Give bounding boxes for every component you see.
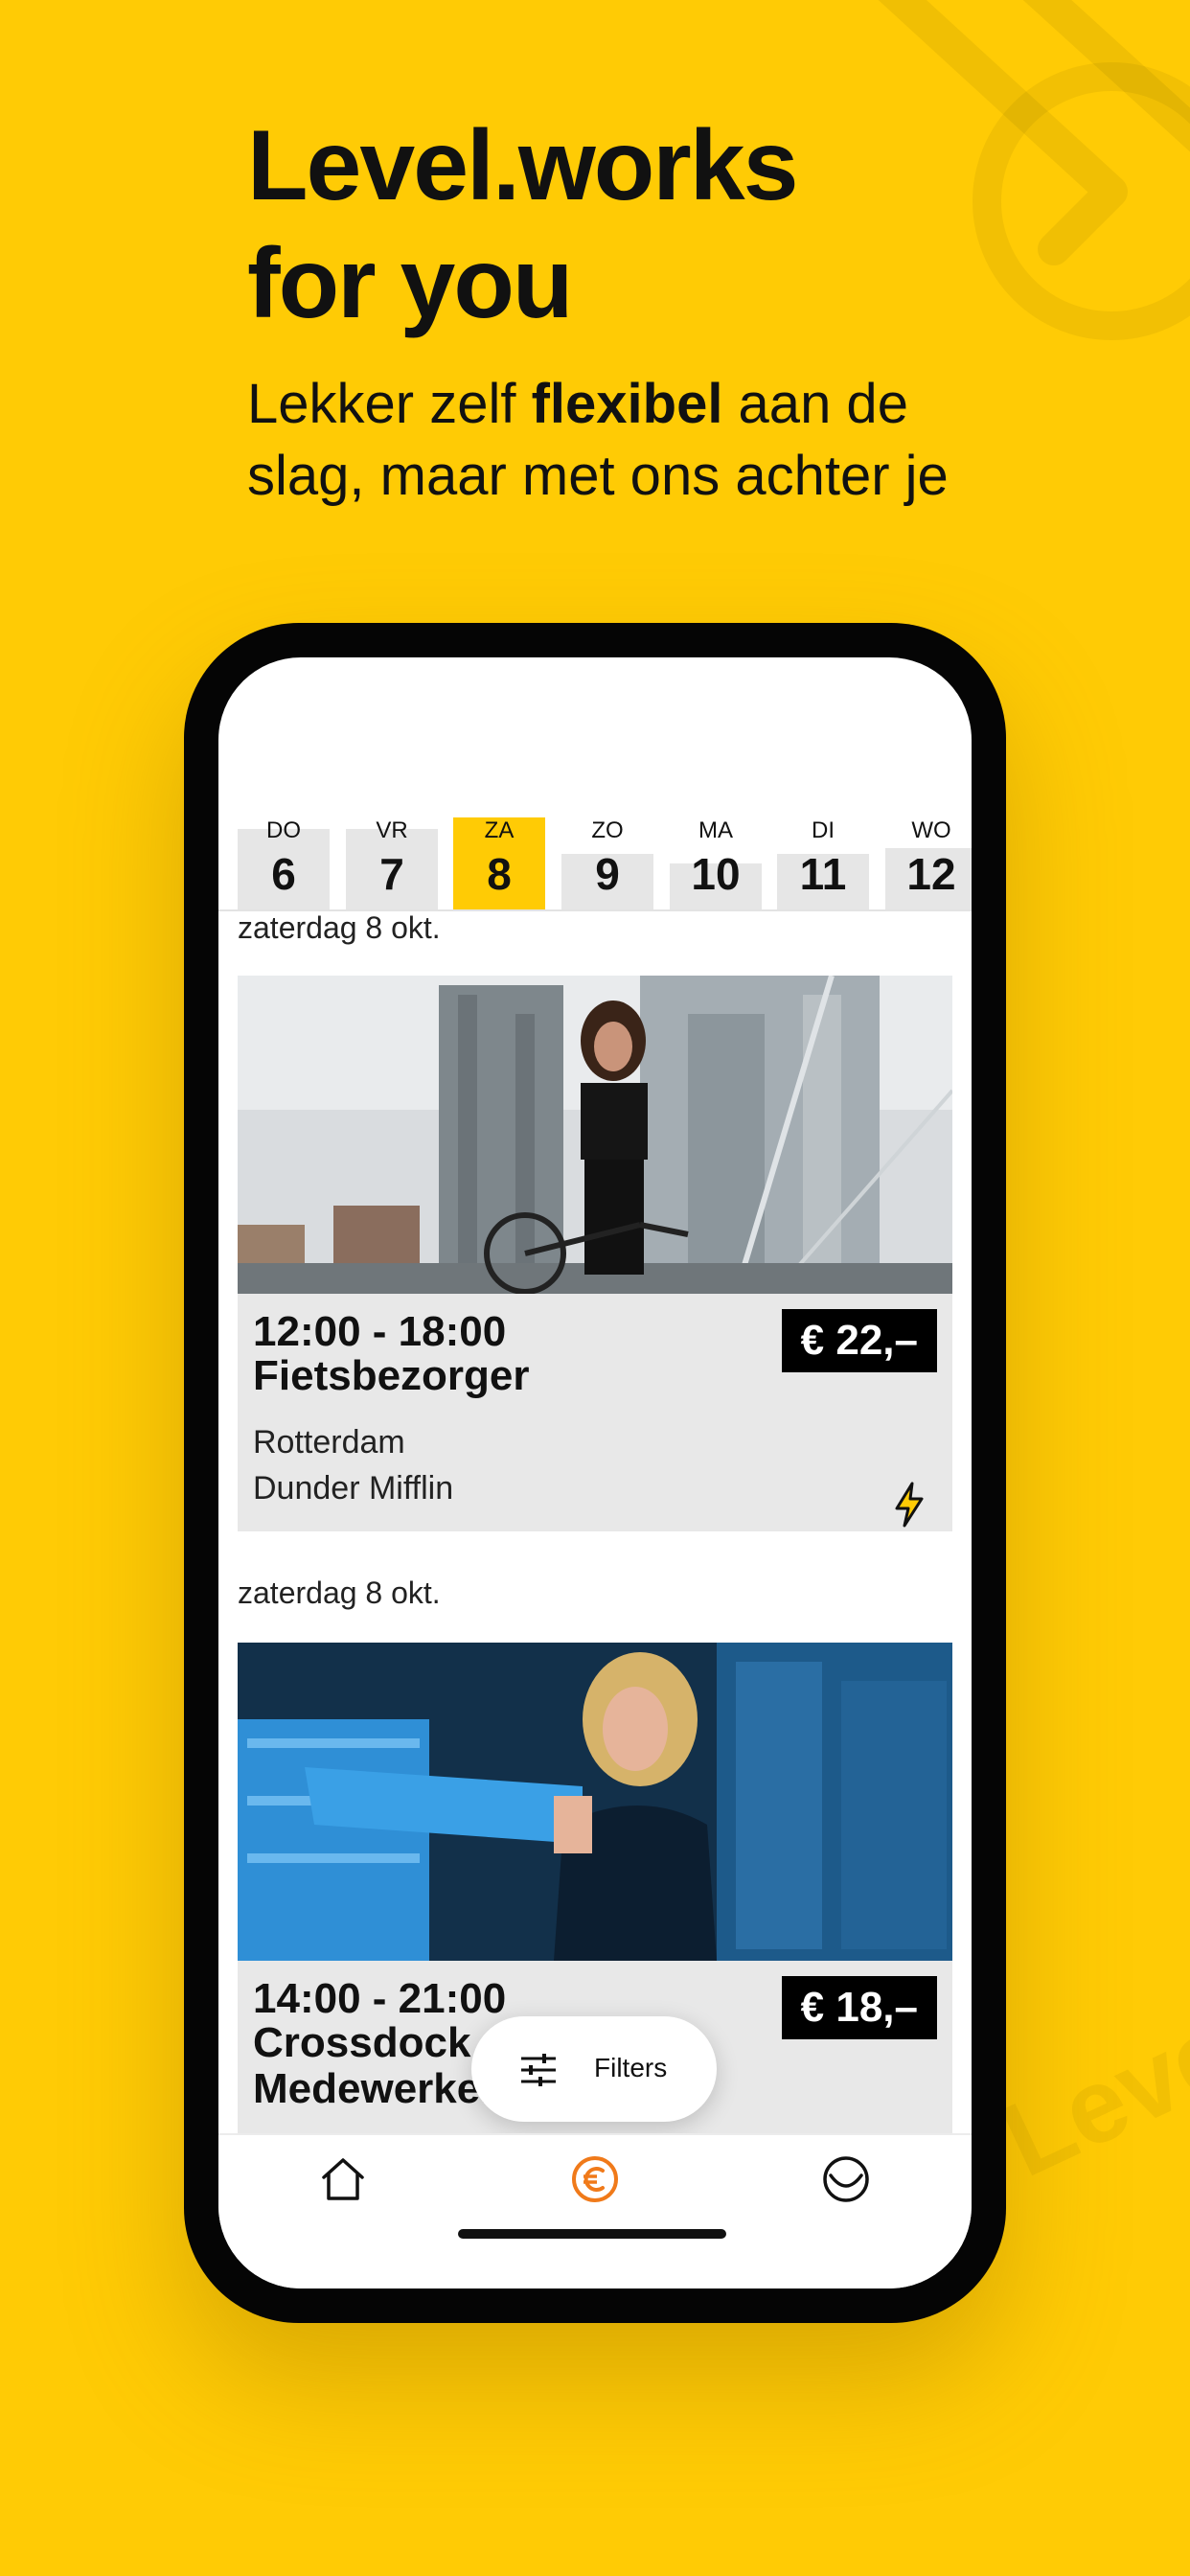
subheadline-text-2: aan de xyxy=(722,373,908,435)
filters-label: Filters xyxy=(594,2053,668,2082)
day-item-zo[interactable]: ZO 9 xyxy=(561,806,653,909)
bottom-tab-bar xyxy=(218,2133,972,2288)
day-number: 6 xyxy=(271,849,296,899)
day-weekday: WO xyxy=(911,817,951,843)
headline-line1: Level.works xyxy=(247,110,798,221)
day-item-za[interactable]: ZA 8 xyxy=(453,806,545,909)
job-time: 14:00 - 21:00 xyxy=(253,1975,507,2022)
day-item-wo[interactable]: WO 12 xyxy=(885,806,972,909)
day-weekday: DO xyxy=(266,817,301,843)
woman-with-bicycle-photo xyxy=(238,976,952,1294)
section-date-header: zaterdag 8 okt. xyxy=(238,1576,441,1610)
job-price-badge: € 18,– xyxy=(781,1976,937,2039)
subheadline-bold: flexibel xyxy=(531,373,723,435)
day-weekday: MA xyxy=(698,817,733,843)
section-date-header: zaterdag 8 okt. xyxy=(238,910,441,945)
home-indicator xyxy=(458,2229,726,2239)
day-weekday: VR xyxy=(376,817,408,843)
day-selector: DO 6 VR 7 ZA 8 ZO 9 MA 10 DI 11 WO 12 xyxy=(218,806,972,911)
phone-mockup: DO 6 VR 7 ZA 8 ZO 9 MA 10 DI 11 WO 12 za… xyxy=(184,623,1006,2323)
lightning-bolt-icon xyxy=(895,1482,924,1528)
day-item-ma[interactable]: MA 10 xyxy=(670,806,762,909)
smiley-icon[interactable] xyxy=(819,2152,873,2206)
euro-icon[interactable] xyxy=(568,2152,622,2206)
day-number: 7 xyxy=(379,849,404,899)
watermark-logo: Level. xyxy=(985,1966,1190,2200)
day-weekday: DI xyxy=(812,817,835,843)
job-role: Fietsbezorger xyxy=(253,1352,530,1399)
job-card[interactable]: 12:00 - 18:00 Fietsbezorger € 22,– Rotte… xyxy=(238,976,952,1531)
phone-screen: DO 6 VR 7 ZA 8 ZO 9 MA 10 DI 11 WO 12 za… xyxy=(218,657,972,2288)
sliders-icon xyxy=(521,2054,556,2086)
job-company: Dunder Mifflin xyxy=(253,1470,454,1506)
job-role: Crossdock Medewerker xyxy=(253,2019,497,2113)
day-weekday: ZA xyxy=(484,817,515,843)
woman-with-blue-crates-photo xyxy=(238,1643,952,1961)
headline-line2: for you xyxy=(247,227,573,339)
day-item-do[interactable]: DO 6 xyxy=(238,806,330,909)
page-headline: Level.works for you xyxy=(247,107,798,342)
job-role-line2: Medewerker xyxy=(253,2065,497,2113)
job-city: Rotterdam xyxy=(253,1424,405,1460)
decorative-chevron xyxy=(878,0,1190,340)
job-role-line1: Crossdock xyxy=(253,2019,471,2066)
job-time: 12:00 - 18:00 xyxy=(253,1308,507,1355)
subheadline-line2: slag, maar met ons achter je xyxy=(247,445,949,508)
day-number: 12 xyxy=(906,849,956,899)
day-number: 11 xyxy=(799,849,847,899)
day-item-di[interactable]: DI 11 xyxy=(777,806,869,909)
day-weekday: ZO xyxy=(591,817,624,843)
filters-button[interactable]: Filters xyxy=(471,2016,717,2122)
subheadline-text: Lekker zelf xyxy=(247,373,532,435)
day-item-vr[interactable]: VR 7 xyxy=(346,806,438,909)
day-number: 8 xyxy=(487,849,512,899)
home-icon[interactable] xyxy=(316,2152,370,2206)
day-number: 10 xyxy=(691,849,741,899)
job-price-badge: € 22,– xyxy=(781,1309,937,1372)
page-subheadline: Lekker zelf flexibel aan de slag, maar m… xyxy=(247,368,949,513)
day-number: 9 xyxy=(595,849,620,899)
